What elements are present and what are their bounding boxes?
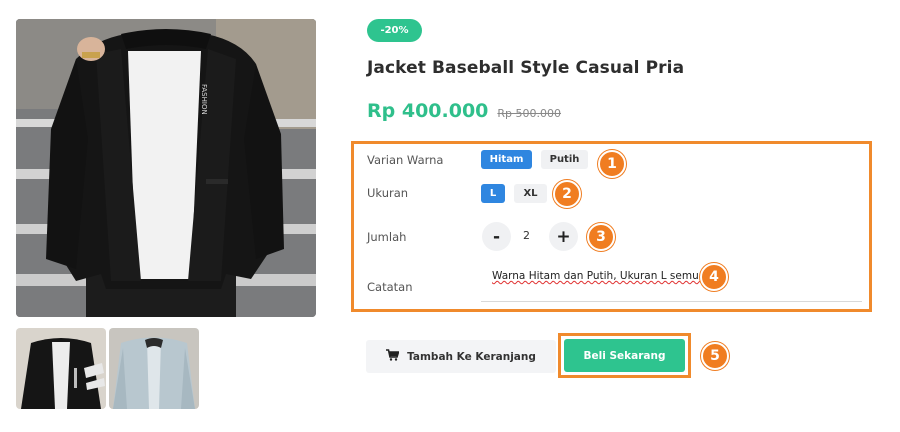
quantity-decrease-button[interactable]: -: [482, 222, 511, 251]
size-option-xl[interactable]: XL: [514, 184, 547, 203]
step-marker-3: 3: [587, 223, 615, 251]
color-option-hitam[interactable]: Hitam: [481, 150, 532, 169]
step-marker-1: 1: [598, 150, 626, 178]
shopping-cart-icon: [386, 349, 400, 364]
thumbnail-white-jacket[interactable]: [109, 328, 199, 409]
current-price: Rp 400.000: [367, 100, 489, 122]
buy-now-button[interactable]: Beli Sekarang: [564, 339, 685, 372]
size-option-l[interactable]: L: [481, 184, 505, 203]
price-row: Rp 400.000 Rp 500.000: [367, 100, 561, 122]
quantity-increase-button[interactable]: +: [549, 222, 578, 251]
color-option-putih[interactable]: Putih: [541, 150, 588, 169]
thumbnail-black-jacket[interactable]: [16, 328, 106, 409]
product-title: Jacket Baseball Style Casual Pria: [367, 58, 685, 78]
notes-text: Warna Hitam dan Putih, Ukuran L semua.: [492, 270, 709, 282]
size-label: Ukuran: [367, 186, 409, 200]
step-marker-5: 5: [701, 342, 729, 370]
product-main-image[interactable]: FASHION: [16, 19, 316, 317]
jacket-print-text: FASHION: [200, 84, 208, 115]
quantity-value[interactable]: 2: [523, 229, 530, 242]
step-marker-4: 4: [700, 263, 728, 291]
notes-input[interactable]: Warna Hitam dan Putih, Ukuran L semua.: [481, 266, 862, 302]
original-price: Rp 500.000: [497, 107, 562, 120]
quantity-label: Jumlah: [367, 230, 407, 244]
step-marker-2: 2: [553, 180, 581, 208]
add-to-cart-label: Tambah Ke Keranjang: [407, 350, 536, 363]
add-to-cart-button[interactable]: Tambah Ke Keranjang: [366, 340, 556, 373]
color-variant-label: Varian Warna: [367, 153, 444, 167]
notes-label: Catatan: [367, 280, 413, 294]
discount-badge: -20%: [367, 19, 422, 42]
